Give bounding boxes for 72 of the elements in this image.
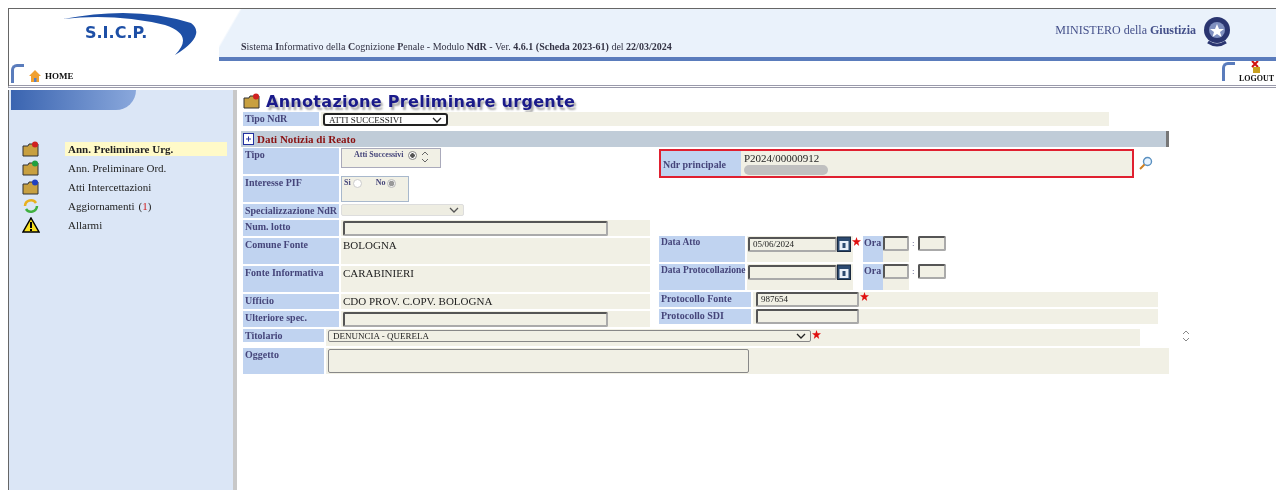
sidebar-item[interactable]: Ann. Preliminare Urg. xyxy=(65,141,227,156)
minute-field[interactable] xyxy=(917,236,946,251)
minute-field[interactable] xyxy=(917,264,946,279)
document-icon xyxy=(243,133,254,145)
tipo-ndr-select[interactable]: ATTI SUCCESSIVI xyxy=(323,113,448,126)
field-label: Data Protocollazione xyxy=(659,264,745,290)
text-area[interactable] xyxy=(328,349,749,373)
time-separator: : xyxy=(912,266,915,276)
field-label: Titolario xyxy=(243,329,324,342)
input-field[interactable] xyxy=(756,309,859,324)
sidebar-item[interactable]: Aggiornamenti (1) xyxy=(65,198,227,213)
logout-link[interactable]: LOGOUT xyxy=(1238,60,1274,83)
home-icon xyxy=(28,69,42,83)
calendar-icon[interactable] xyxy=(837,236,851,252)
hour-field[interactable] xyxy=(883,236,909,251)
field-label: Data Atto xyxy=(659,236,745,262)
spinner-arrows-icon xyxy=(420,150,429,164)
field-label: Oggetto xyxy=(243,348,324,374)
sidebar-item[interactable]: Ann. Preliminare Ord. xyxy=(65,160,227,175)
sidebar-item[interactable]: Atti Intercettazioni xyxy=(65,179,227,194)
hour-field[interactable] xyxy=(883,264,909,279)
search-icon[interactable] xyxy=(1139,156,1153,170)
field-label: Ndr principale xyxy=(661,150,741,176)
field-label: Ulteriore spec. xyxy=(243,311,339,327)
field-label: Interesse PIF xyxy=(243,176,339,202)
refresh-icon xyxy=(22,197,40,214)
ministry-name: MINISTERO della Giustizia xyxy=(1055,23,1196,38)
date-field[interactable]: 05/06/2024 xyxy=(748,237,837,252)
folder-icon xyxy=(22,159,40,176)
page-title: Annotazione Preliminare urgente xyxy=(266,91,576,111)
field-label: Ufficio xyxy=(243,294,339,309)
chevron-icon xyxy=(432,116,442,123)
section-title: Dati Notizia di Reato xyxy=(257,133,356,145)
field-label: Tipo xyxy=(243,148,339,174)
tipo-spinner[interactable]: Atti Successivi xyxy=(341,148,441,168)
system-subtitle: Sistema Informativo della Cognizione Penale - Modulo NdR - Ver. 4.6.1 (Scheda 2023-61) del 22/03/2024 xyxy=(241,41,672,52)
calendar-icon[interactable] xyxy=(837,264,851,280)
chevron-icon xyxy=(449,207,459,213)
home-link[interactable]: HOME xyxy=(28,69,74,83)
logo-text: S.I.C.P. xyxy=(85,23,148,42)
option-label: No xyxy=(375,178,386,187)
field-label: Specializzazione NdR xyxy=(243,204,339,218)
folder-icon xyxy=(22,140,40,157)
folder-icon xyxy=(22,178,40,195)
input-field[interactable] xyxy=(343,221,608,236)
logout-icon xyxy=(1250,60,1263,74)
titolario-select[interactable]: DENUNCIA - QUERELA xyxy=(328,330,811,342)
field-label: Num. lotto xyxy=(243,220,339,236)
field-value: P2024/00000912 xyxy=(744,151,821,164)
field-value: BOLOGNA xyxy=(343,239,397,251)
field-label: Protocollo Fonte xyxy=(659,292,751,307)
date-field[interactable] xyxy=(748,265,837,280)
spinner-arrows-icon[interactable] xyxy=(1182,329,1190,343)
radio-button[interactable] xyxy=(407,151,417,160)
input-field[interactable]: 987654 xyxy=(756,292,859,307)
corner-ornament xyxy=(11,64,24,83)
field-value: CDO PROV. C.OPV. BOLOGNA xyxy=(343,295,493,307)
chevron-icon xyxy=(796,333,806,339)
field-label: Ora xyxy=(863,264,883,290)
emblem-icon xyxy=(1202,15,1232,47)
field-label: Tipo NdR xyxy=(243,112,319,126)
input-field[interactable] xyxy=(343,312,608,327)
sidebar-item[interactable]: Allarmi xyxy=(65,217,227,232)
field-label: Fonte Informativa xyxy=(243,266,339,292)
field-label: Ora xyxy=(863,236,883,262)
field-label: Protocollo SDI xyxy=(659,309,751,324)
field-value: CARABINIERI xyxy=(343,267,414,279)
folder-icon xyxy=(243,93,261,109)
field-label: Comune Fonte xyxy=(243,238,339,264)
warning-icon xyxy=(22,216,40,233)
time-separator: : xyxy=(912,238,915,248)
option-label: Si xyxy=(344,178,351,187)
